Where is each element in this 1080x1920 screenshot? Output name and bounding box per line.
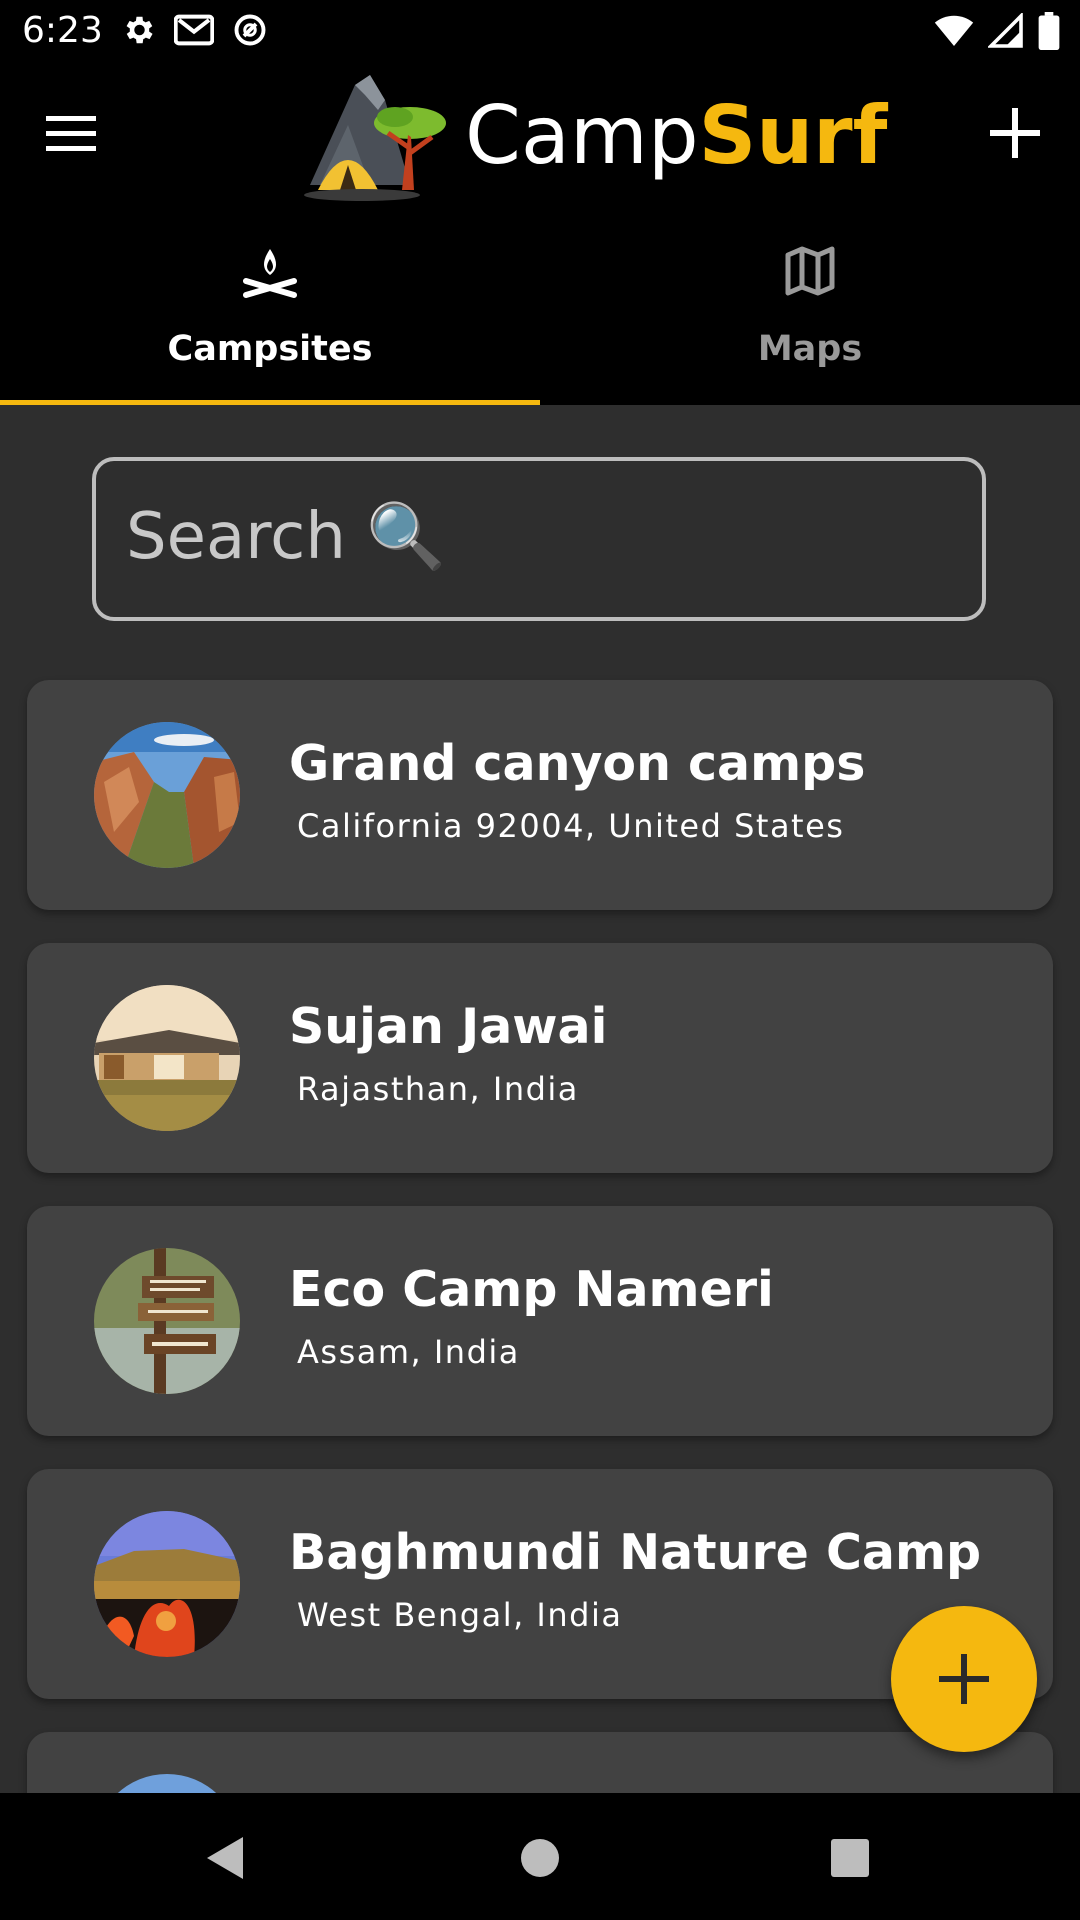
- status-time: 6:23: [22, 10, 103, 51]
- add-campsite-fab[interactable]: [891, 1606, 1037, 1752]
- back-button[interactable]: [190, 1823, 260, 1893]
- tab-campsites-label: Campsites: [167, 329, 373, 369]
- canyon-photo-image: [94, 722, 240, 868]
- campsite-name: Eco Camp Nameri: [289, 1261, 774, 1318]
- signal-icon: [988, 13, 1023, 48]
- status-left-icons: [120, 12, 268, 48]
- recents-icon: [831, 1839, 869, 1877]
- tab-indicator: [0, 400, 540, 405]
- map-icon: [785, 246, 835, 296]
- campsite-location: Rajasthan, India: [297, 1070, 579, 1108]
- campsite-card[interactable]: Grand canyon camps California 92004, Uni…: [27, 680, 1053, 910]
- campfire-icon: [243, 249, 297, 298]
- campsite-avatar: [94, 722, 240, 868]
- campsite-name: Sujan Jawai: [289, 998, 608, 1055]
- back-icon: [207, 1837, 243, 1879]
- status-bar: 6:23: [0, 0, 1080, 63]
- tent-photo-image: [94, 985, 240, 1131]
- hamburger-menu-icon: [46, 116, 96, 151]
- campsite-avatar: [94, 1774, 240, 1793]
- campsite-location: California 92004, United States: [297, 807, 845, 845]
- settings-icon: [126, 16, 153, 44]
- plus-icon: [990, 108, 1040, 158]
- brand-part1: Camp: [465, 89, 699, 182]
- campsite-name: Baghmundi Nature Camp: [289, 1524, 982, 1581]
- home-icon: [521, 1839, 559, 1877]
- campsite-avatar: [94, 1511, 240, 1657]
- campsite-location: West Bengal, India: [297, 1596, 623, 1634]
- tab-bar: Campsites Maps: [0, 203, 1080, 405]
- plus-icon: [939, 1654, 989, 1704]
- menu-button[interactable]: [42, 103, 102, 163]
- campsite-location: Assam, India: [297, 1333, 520, 1371]
- recents-button[interactable]: [815, 1823, 885, 1893]
- campsite-list: Grand canyon camps California 92004, Uni…: [0, 640, 1080, 1793]
- gmail-icon: [174, 14, 214, 46]
- battery-icon: [1038, 12, 1060, 50]
- status-right-icons: [934, 12, 1060, 50]
- flowers-photo-image: [94, 1511, 240, 1657]
- add-campsite-top-button[interactable]: [980, 98, 1050, 168]
- app-bar: CampSurf: [0, 63, 1080, 203]
- campsurf-logo: [304, 75, 446, 201]
- campsite-card[interactable]: Eco Camp Nameri Assam, India: [27, 1206, 1053, 1436]
- search-input[interactable]: Search 🔍: [92, 457, 986, 621]
- campsite-card[interactable]: Sujan Jawai Rajasthan, India: [27, 943, 1053, 1173]
- sky-photo-image: [94, 1774, 240, 1793]
- brand-part2: Surf: [698, 89, 888, 182]
- home-button[interactable]: [505, 1823, 575, 1893]
- wifi-icon: [934, 15, 974, 46]
- tab-campsites[interactable]: Campsites: [0, 203, 540, 405]
- campsite-avatar: [94, 1248, 240, 1394]
- campsite-card[interactable]: [27, 1732, 1053, 1793]
- brand-title: CampSurf: [465, 91, 887, 181]
- blocked-icon: [234, 14, 266, 46]
- campsite-avatar: [94, 985, 240, 1131]
- signboard-photo-image: [94, 1248, 240, 1394]
- campsite-name: Grand canyon camps: [289, 735, 866, 792]
- tab-maps-label: Maps: [757, 329, 863, 369]
- search-placeholder: Search 🔍: [126, 500, 446, 574]
- system-nav-bar: [0, 1793, 1080, 1920]
- tab-maps[interactable]: Maps: [540, 203, 1080, 405]
